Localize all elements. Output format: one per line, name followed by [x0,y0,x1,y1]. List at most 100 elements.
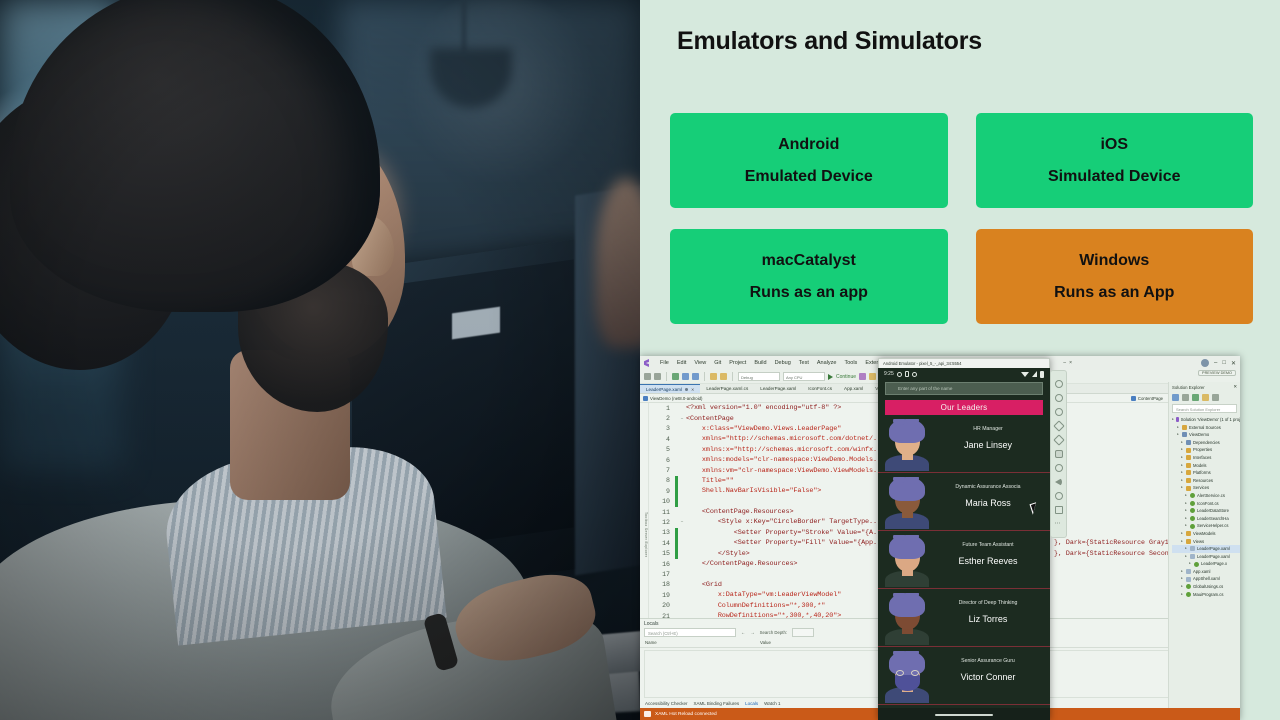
chevron-right-icon[interactable]: ▸ [1188,560,1192,568]
rotate-left-icon[interactable] [1052,420,1065,432]
home-icon[interactable] [1054,492,1063,500]
solution-tree-item[interactable]: ▸ LeaderPage.xaml [1172,545,1240,553]
solution-tree-item[interactable]: ▸ External Sources [1172,424,1240,432]
save-all-icon[interactable] [692,373,699,380]
menu-item-test[interactable]: Test [799,360,809,366]
volume-down-icon[interactable] [1054,408,1063,416]
forward-navigate-icon[interactable] [654,373,661,380]
volume-up-icon[interactable] [1054,394,1063,402]
leader-list-item[interactable]: Director of Deep Thinking Liz Torres [878,589,1050,647]
chevron-right-icon[interactable]: ▸ [1176,431,1180,439]
solution-tree-item[interactable]: ▸ IconFont.cs [1172,500,1240,508]
editor-tab-leaderpage-xaml-2[interactable]: LeaderPage.xaml [754,384,802,393]
chevron-right-icon[interactable]: ▸ [1172,416,1174,424]
back-navigate-icon[interactable] [644,373,651,380]
menu-item-git[interactable]: Git [714,360,721,366]
menu-item-tools[interactable]: Tools [844,360,857,366]
chevron-right-icon[interactable]: ▸ [1180,439,1184,447]
navbar-project-select[interactable]: ViewDemo (net8.0-android) [640,395,705,401]
bottom-tab-accessibility-checker[interactable]: Accessibility Checker [645,701,688,706]
menu-item-edit[interactable]: Edit [677,360,686,366]
solution-tree-item[interactable]: ▸ Interfaces [1172,454,1240,462]
chevron-right-icon[interactable]: ▸ [1180,477,1184,485]
minimize-button[interactable]: – [1214,360,1217,366]
save-icon[interactable] [682,373,689,380]
bottom-tab-watch-1[interactable]: Watch 1 [764,701,780,706]
fold-marker[interactable]: – [678,416,686,422]
solution-tree-item[interactable]: ▸ Solution 'ViewDemo' (1 of 1 proj [1172,416,1240,424]
chevron-right-icon[interactable]: ▸ [1176,424,1180,432]
locals-prev-icon[interactable]: ← [741,630,745,635]
chevron-right-icon[interactable]: ▸ [1180,583,1184,591]
leader-list-item[interactable]: Dynamic Assurance Associa Maria Ross [878,473,1050,531]
editor-tab-app-xaml[interactable]: App.xaml [838,384,869,393]
leaders-list[interactable]: HR Manager Jane Linsey Dynamic Assurance A… [878,415,1050,705]
solution-tree-item[interactable]: ▸ Resources [1172,477,1240,485]
undo-icon[interactable] [710,373,717,380]
menu-item-debug[interactable]: Debug [775,360,791,366]
emulator-close-button[interactable]: × [1069,360,1072,369]
solution-tree-item[interactable]: ▸ ViewDemo [1172,431,1240,439]
zoom-icon[interactable] [1054,464,1063,472]
chevron-right-icon[interactable]: ▸ [1180,568,1184,576]
pin-icon[interactable] [685,387,689,391]
chevron-right-icon[interactable]: ▸ [1184,522,1188,530]
step-over-icon[interactable] [869,373,877,380]
menu-item-analyze[interactable]: Analyze [817,360,837,366]
overview-icon[interactable] [1054,506,1063,514]
solution-tree-item[interactable]: ▸ Views [1172,538,1240,546]
properties-icon[interactable] [1202,393,1209,401]
back-icon[interactable] [1055,478,1062,486]
run-play-icon[interactable] [828,373,833,380]
chevron-right-icon[interactable]: ▸ [1180,591,1184,599]
navbar-type-select[interactable]: ContentPage [1128,395,1166,401]
leader-list-item[interactable]: Future Team Assistant Esther Reeves [878,531,1050,589]
redo-icon[interactable] [720,373,727,380]
solution-explorer-search-input[interactable]: Search Solution Explorer [1172,404,1237,413]
solution-tree-item[interactable]: ▸ LeaderPage.x [1172,560,1240,568]
bottom-tab-xaml-binding-failures[interactable]: XAML Binding Failures [694,701,740,706]
continue-button[interactable]: Continue [836,374,856,380]
avatar[interactable] [1201,359,1209,367]
solution-tree-item[interactable]: ▸ Platforms [1172,469,1240,477]
show-all-files-icon[interactable] [1192,393,1199,401]
chevron-right-icon[interactable]: ▸ [1184,492,1188,500]
chevron-right-icon[interactable]: ▸ [1184,500,1188,508]
solution-tree-item[interactable]: ▸ AppShell.xaml [1172,575,1240,583]
menu-item-view[interactable]: View [694,360,706,366]
solution-tree-item[interactable]: ▸ Dependencies [1172,439,1240,447]
chevron-right-icon[interactable]: ▸ [1180,530,1184,538]
locals-search-depth-select[interactable] [792,628,815,637]
maximize-button[interactable]: □ [1222,360,1226,366]
chevron-right-icon[interactable]: ▸ [1180,575,1184,583]
rotate-right-icon[interactable] [1052,434,1065,446]
chevron-right-icon[interactable]: ▸ [1184,553,1188,561]
refresh-icon[interactable] [1172,393,1179,401]
chevron-right-icon[interactable]: ▸ [1180,454,1184,462]
menu-item-file[interactable]: File [660,360,669,366]
solution-tree-item[interactable]: ▸ App.xaml [1172,568,1240,576]
preview-selected-items-icon[interactable] [1212,393,1219,401]
chevron-right-icon[interactable]: ▸ [1180,538,1184,546]
close-button[interactable]: ✕ [1231,360,1236,367]
power-icon[interactable] [1054,380,1063,388]
editor-tab-iconfont-cs[interactable]: IconFont.cs [802,384,838,393]
solution-tree-item[interactable]: ▸ LeaderDataStore [1172,507,1240,515]
menu-item-project[interactable]: Project [729,360,746,366]
solution-tree-item[interactable]: ▸ Services [1172,484,1240,492]
build-configuration-select[interactable]: Debug [738,372,780,381]
chevron-right-icon[interactable]: ▸ [1180,469,1184,477]
solution-tree-item[interactable]: ▸ MauiProgram.cs [1172,591,1240,599]
more-icon[interactable]: ⋯ [1055,520,1063,528]
hot-reload-icon[interactable] [859,373,867,380]
solution-tree-item[interactable]: ▸ GlobalUsings.cs [1172,583,1240,591]
emulator-screen[interactable]: 9:25 Enter any part of the name Our Lead… [878,368,1050,720]
camera-icon[interactable] [1054,450,1063,458]
chevron-right-icon[interactable]: ▸ [1180,462,1184,470]
name-search-input[interactable]: Enter any part of the name [885,382,1043,395]
chevron-right-icon[interactable]: ▸ [1184,545,1188,553]
leader-list-item[interactable]: Senior Assurance Guru Victor Conner [878,647,1050,705]
locals-search-input[interactable]: Search (Ctrl+E) [644,628,736,637]
editor-tab-leaderpage-xaml-cs[interactable]: LeaderPage.xaml.cs [700,384,754,393]
new-project-icon[interactable] [672,373,679,380]
